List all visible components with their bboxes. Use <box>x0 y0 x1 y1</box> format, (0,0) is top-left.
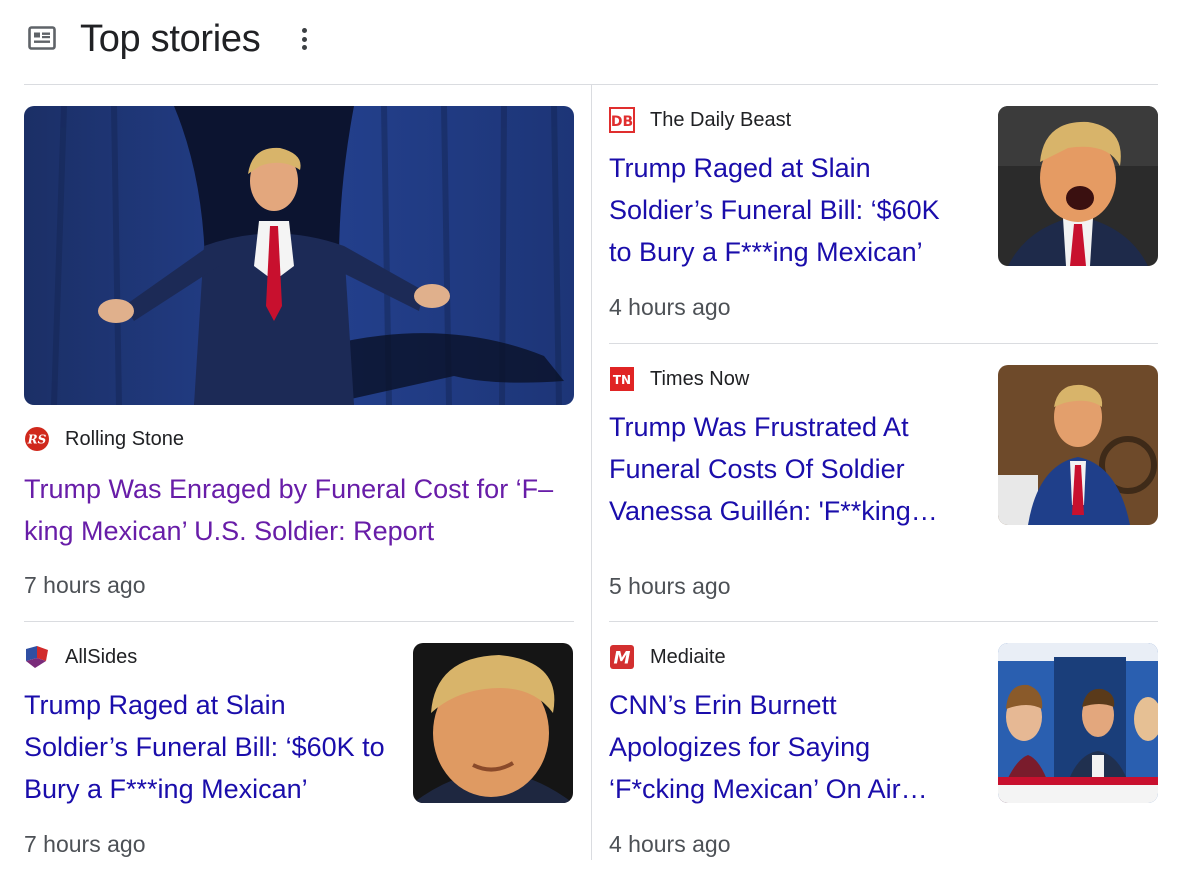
source-name: AllSides <box>65 645 138 668</box>
story-card-daily-beast[interactable]: DB The Daily Beast Trump Raged at Slain … <box>609 106 1158 326</box>
section-title: Top stories <box>80 18 261 60</box>
source-name: Rolling Stone <box>65 427 184 450</box>
source-name: Times Now <box>650 367 750 390</box>
story-card-allsides[interactable]: AllSides Trump Raged at Slain Soldier’s … <box>24 643 574 863</box>
story-card-mediaite[interactable]: M Mediaite CNN’s Erin Burnett Apologizes… <box>609 643 1158 863</box>
column-divider <box>591 85 592 860</box>
row-divider <box>609 621 1158 622</box>
row-divider <box>24 621 574 622</box>
tv-news-screenshot-image <box>998 643 1158 803</box>
story-time: 7 hours ago <box>24 831 146 857</box>
row-divider <box>609 343 1158 344</box>
allsides-logo <box>26 646 48 668</box>
daily-beast-logo: DB <box>609 107 635 133</box>
story-headline[interactable]: Trump Was Frustrated At Funeral Costs Of… <box>609 406 969 532</box>
seated-man-image <box>998 365 1158 525</box>
source-name: Mediaite <box>650 645 726 668</box>
story-thumbnail[interactable] <box>998 643 1158 803</box>
svg-text:M: M <box>614 649 631 669</box>
story-thumbnail[interactable] <box>413 643 573 803</box>
story-source: DB The Daily Beast <box>609 107 791 133</box>
mediaite-logo: M <box>610 645 634 669</box>
svg-text:TN: TN <box>613 373 631 387</box>
story-headline[interactable]: Trump Raged at Slain Soldier’s Funeral B… <box>609 147 969 273</box>
story-thumbnail[interactable] <box>998 106 1158 266</box>
story-headline[interactable]: Trump Raged at Slain Soldier’s Funeral B… <box>24 684 394 810</box>
story-source: AllSides <box>24 644 137 670</box>
story-thumbnail[interactable] <box>998 365 1158 525</box>
source-name: The Daily Beast <box>650 108 792 131</box>
story-card-times-now[interactable]: TN Times Now Trump Was Frustrated At Fun… <box>609 365 1158 605</box>
svg-text:DB: DB <box>611 114 633 130</box>
shouting-man-image <box>998 106 1158 266</box>
story-headline[interactable]: Trump Was Enraged by Funeral Cost for ‘F… <box>24 468 579 552</box>
rolling-stone-logo: RS <box>25 427 49 451</box>
smiling-man-image <box>413 643 573 803</box>
more-vert-icon[interactable] <box>292 24 316 54</box>
newspaper-icon <box>28 26 56 50</box>
story-time: 4 hours ago <box>609 294 731 320</box>
top-stories-header: Top stories <box>24 14 1158 64</box>
story-source: RS Rolling Stone <box>24 426 184 452</box>
story-time: 7 hours ago <box>24 572 146 598</box>
story-time: 4 hours ago <box>609 831 731 857</box>
story-source: TN Times Now <box>609 366 749 392</box>
svg-text:RS: RS <box>27 433 47 447</box>
story-time: 5 hours ago <box>609 573 731 599</box>
story-thumbnail[interactable] <box>24 106 574 405</box>
story-source: M Mediaite <box>609 644 726 670</box>
story-headline[interactable]: CNN’s Erin Burnett Apologizes for Saying… <box>609 684 969 810</box>
times-now-logo: TN <box>610 367 634 391</box>
story-card-rolling-stone[interactable]: RS Rolling Stone Trump Was Enraged by Fu… <box>24 106 574 611</box>
speaker-on-stage-image <box>24 106 574 405</box>
